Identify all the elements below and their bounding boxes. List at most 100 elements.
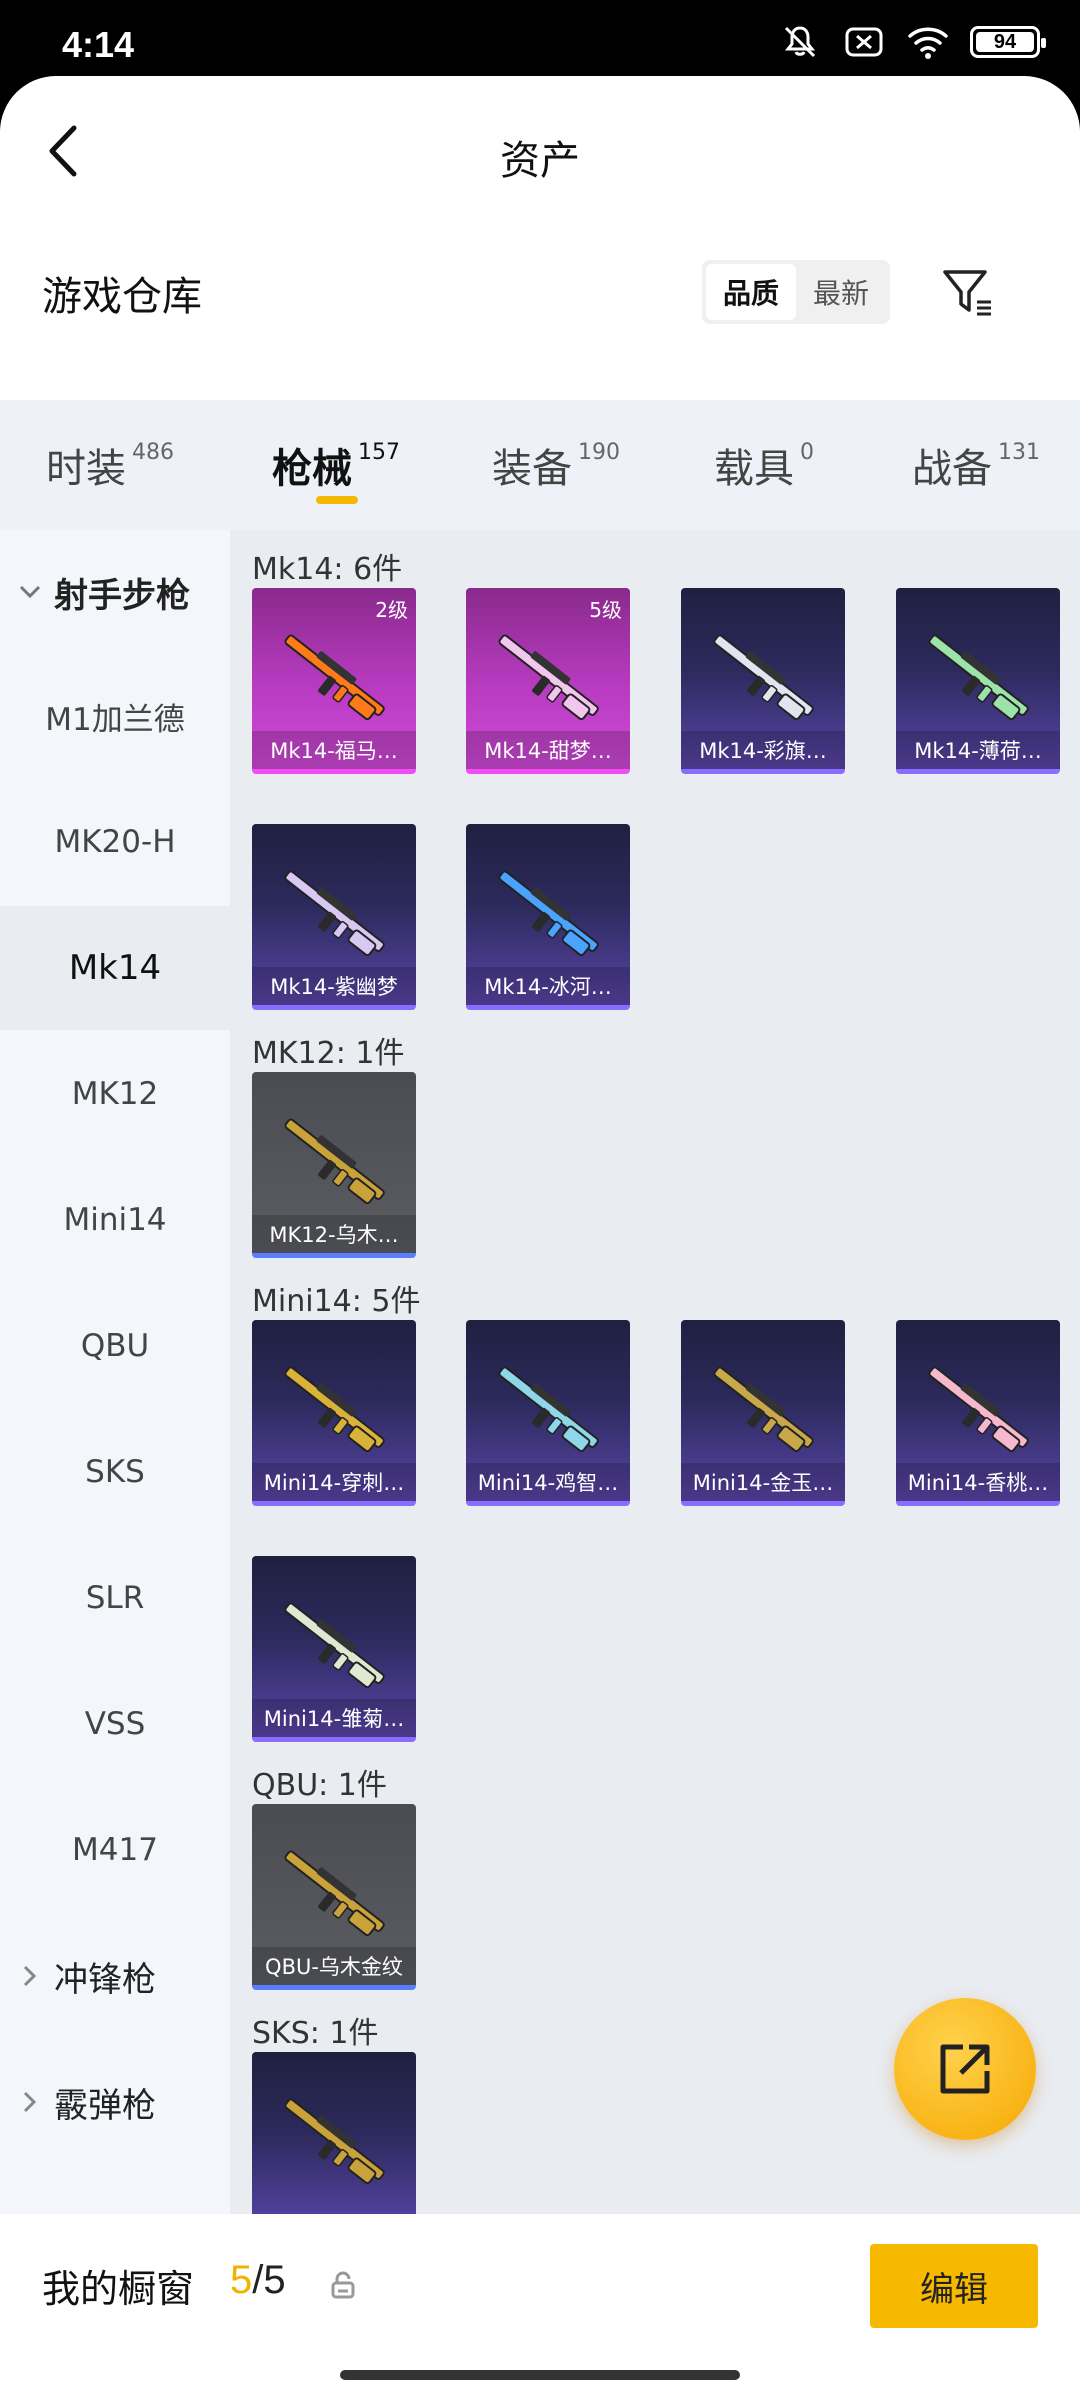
status-icons: 94 [778,22,1046,62]
weapon-card[interactable]: Mini14-穿刺… [252,1320,416,1506]
weapon-card[interactable]: 5级 Mk14-甜梦… [466,588,630,774]
tab-count: 0 [800,440,814,465]
sidebar-item-mk12[interactable]: MK12 [0,1032,230,1156]
rifle-icon [284,1366,385,1453]
level-badge: 2级 [375,598,408,622]
home-indicator[interactable] [340,2370,740,2380]
tab-count: 190 [578,440,620,465]
tab-supplies[interactable]: 战备 131 [912,436,1040,494]
battery-icon: 94 [970,26,1046,58]
rifle-icon [928,1366,1029,1453]
sidebar-group-dmr[interactable]: 射手步枪 [0,530,230,654]
showcase-current: 5 [230,2258,253,2302]
tab-label: 载具 [714,446,794,492]
weapon-name: Mini14-雏菊… [252,1699,416,1737]
tab-count: 131 [998,440,1040,465]
rifle-icon [284,870,385,957]
group-title: MK12: 1件 [252,1036,405,1071]
group-title: SKS: 1件 [252,2016,379,2051]
sidebar-item-qbu[interactable]: QBU [0,1284,230,1408]
tab-label: 装备 [492,446,572,492]
weapon-name: Mini14-香桃… [896,1463,1060,1501]
weapon-card[interactable]: Mk14-薄荷… [896,588,1060,774]
rifle-icon [713,634,814,721]
sidebar-group-label: 霰弹枪 [54,2085,156,2126]
weapon-grid: Mk14: 6件 2级 Mk14-福马… 5级 Mk14-甜梦… Mk14-彩旗… Mk14… [230,530,1080,2214]
tab-firearms[interactable]: 枪械 157 [272,436,400,494]
sidebar-group-label: 冲锋枪 [54,1959,156,2000]
sidebar-item-mk20h[interactable]: MK20-H [0,780,230,904]
rifle-icon [284,1602,385,1689]
weapon-card[interactable]: Mini14-雏菊… [252,1556,416,1742]
group-title: Mk14: 6件 [252,552,403,587]
showcase-separator: / [252,2258,264,2302]
weapon-name: Mini14-穿刺… [252,1463,416,1501]
sidebar-item-slr[interactable]: SLR [0,1536,230,1660]
tab-label: 时装 [46,446,126,492]
level-badge: 5级 [589,598,622,622]
rifle-icon [284,2098,385,2185]
nav-bar: 资产 [0,76,1080,226]
rifle-icon [284,634,385,721]
weapon-name: Mini14-鸡智… [466,1463,630,1501]
weapon-card[interactable]: MK12-乌木… [252,1072,416,1258]
chevron-right-icon [16,2088,44,2116]
rifle-icon [498,1366,599,1453]
sidebar-group-smg[interactable]: 冲锋枪 [0,1914,230,2038]
rifle-icon [713,1366,814,1453]
weapon-sidebar: 射手步枪 M1加兰德 MK20-H Mk14 MK12 Mini14 QBU S… [0,530,230,2214]
warehouse-title: 游戏仓库 [42,274,202,320]
sort-quality-button[interactable]: 品质 [706,264,796,320]
sidebar-group-shotgun[interactable]: 霰弹枪 [0,2040,230,2164]
warehouse-header: 游戏仓库 品质 最新 [0,230,1080,350]
rifle-icon [498,870,599,957]
group-title: Mini14: 5件 [252,1284,421,1319]
tab-fashion[interactable]: 时装 486 [46,436,174,494]
weapon-name: Mk14-彩旗… [681,731,845,769]
filter-button[interactable] [938,262,998,322]
weapon-card[interactable]: Mini14-香桃… [896,1320,1060,1506]
weapon-card[interactable]: Mk14-紫幽梦 [252,824,416,1010]
tab-equipment[interactable]: 装备 190 [492,436,620,494]
showcase-label: 我的橱窗 [42,2267,195,2311]
weapon-card[interactable]: QBU-乌木金纹 [252,1804,416,1990]
filter-icon [943,270,991,316]
share-out-icon [940,2044,990,2094]
sim-off-icon [842,24,886,60]
weapon-name: Mini14-金玉… [681,1463,845,1501]
edit-button[interactable]: 编辑 [870,2244,1038,2328]
weapon-name: Mk14-甜梦… [466,731,630,769]
tab-label: 枪械 [272,446,352,492]
rifle-icon [284,1850,385,1937]
sort-toggle: 品质 最新 [702,260,890,324]
battery-percent: 94 [993,30,1017,53]
sidebar-item-m417[interactable]: M417 [0,1788,230,1912]
weapon-card[interactable]: Mini14-鸡智… [466,1320,630,1506]
weapon-card[interactable]: 2级 Mk14-福马… [252,588,416,774]
weapon-card[interactable]: Mk14-冰河… [466,824,630,1010]
sort-newest-button[interactable]: 最新 [796,264,886,320]
weapon-card[interactable] [252,2052,416,2214]
lock-icon [328,2270,358,2300]
sidebar-item-m1garand[interactable]: M1加兰德 [0,654,230,778]
sidebar-item-vss[interactable]: VSS [0,1662,230,1786]
tab-label: 战备 [912,446,992,492]
weapon-card[interactable]: Mini14-金玉… [681,1320,845,1506]
weapon-name: QBU-乌木金纹 [252,1947,416,1985]
page-title: 资产 [500,138,580,184]
weapon-card[interactable]: Mk14-彩旗… [681,588,845,774]
sidebar-item-mini14[interactable]: Mini14 [0,1158,230,1282]
sidebar-item-mk14[interactable]: Mk14 [0,906,230,1030]
chevron-right-icon [16,1962,44,1990]
sidebar-item-sks[interactable]: SKS [0,1410,230,1534]
rifle-icon [284,1118,385,1205]
mute-icon [778,24,822,60]
share-button[interactable] [894,1998,1036,2140]
tab-underline [316,496,358,504]
tab-vehicles[interactable]: 载具 0 [714,436,814,494]
status-time: 4:14 [62,24,135,65]
weapon-name: Mk14-薄荷… [896,731,1060,769]
group-title: QBU: 1件 [252,1768,387,1803]
showcase-max: 5 [263,2258,286,2302]
assets-sheet: 资产 游戏仓库 品质 最新 时装 486 枪械 157 装备 190 载具 0 [0,76,1080,2400]
